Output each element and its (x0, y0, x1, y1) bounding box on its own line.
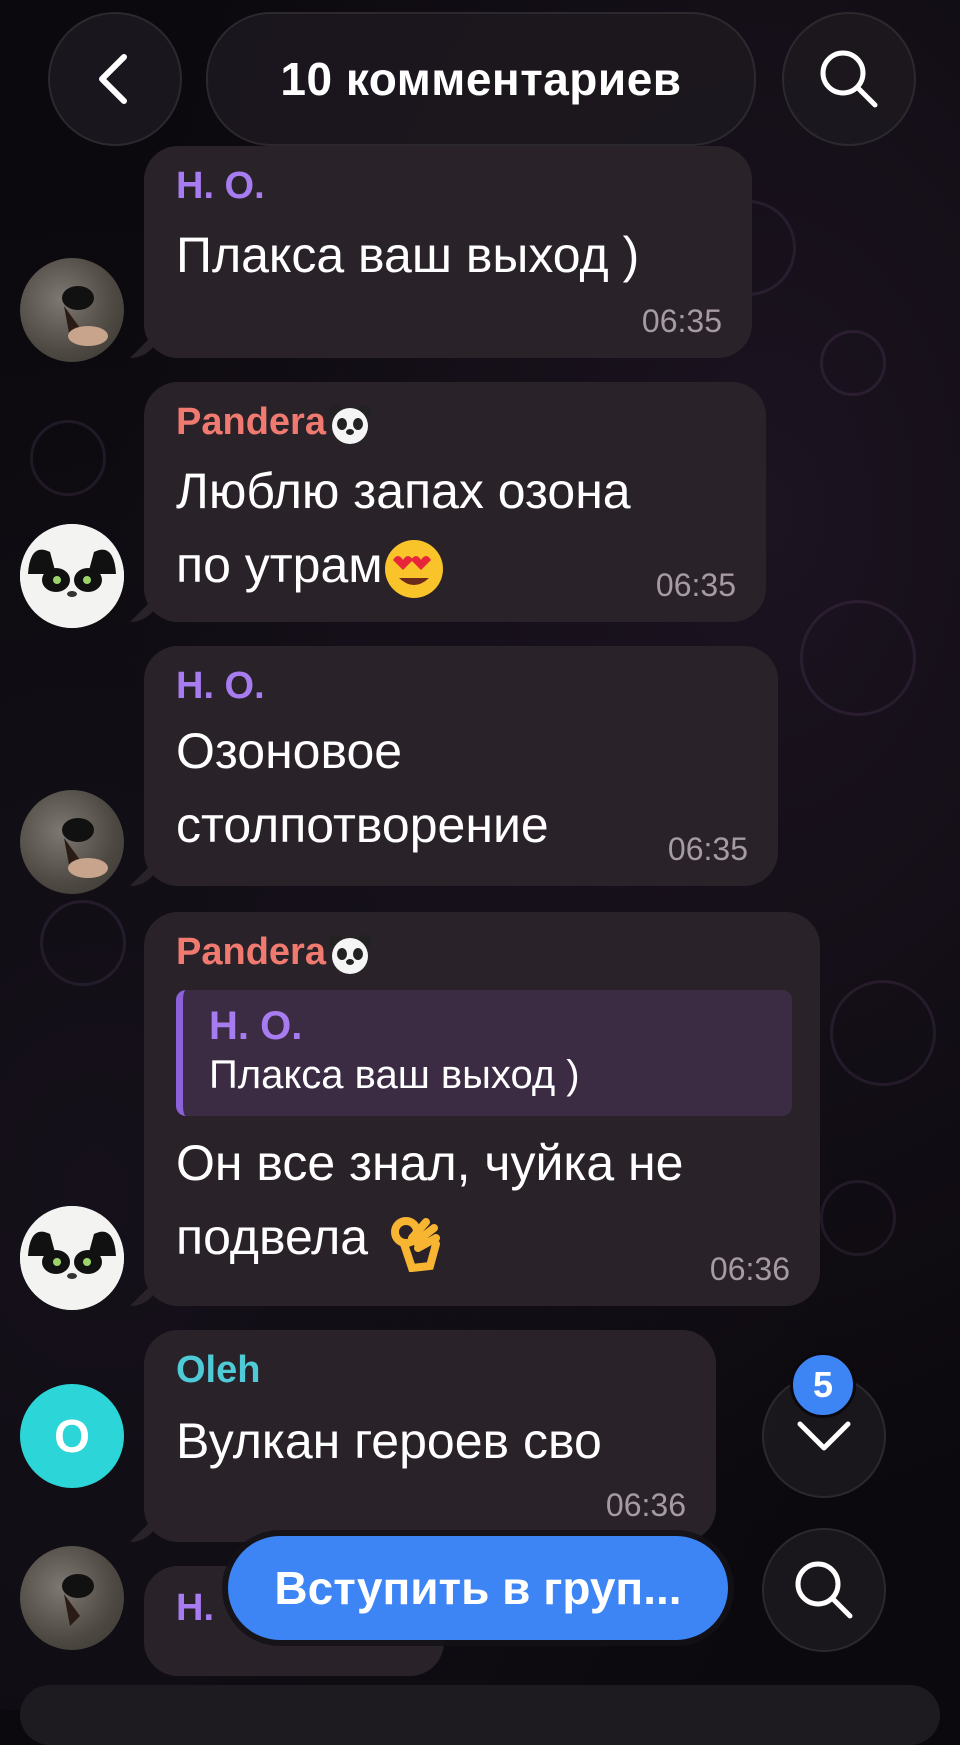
bottom-bar (20, 1685, 940, 1745)
message-time: 06:35 (655, 567, 736, 603)
unread-count-badge: 5 (790, 1352, 856, 1418)
search-button[interactable] (782, 12, 916, 146)
message-text-line: Люблю запах озона (176, 463, 631, 519)
wallpaper-doodle (830, 980, 936, 1086)
message-bubble[interactable]: Oleh Вулкан героев сво 06:36 (144, 1330, 716, 1542)
cat-photo-avatar-icon (62, 286, 108, 346)
ok-hand-emoji-icon (391, 1216, 440, 1272)
avatar-letter: O (54, 1410, 90, 1462)
message-time: 06:35 (667, 831, 748, 867)
heart-eyes-emoji-icon (384, 539, 443, 598)
wallpaper-doodle (800, 600, 916, 716)
cat-avatar-icon (20, 524, 124, 628)
message-text-line: Он все знал, чуйка не (176, 1135, 684, 1191)
join-group-button[interactable]: Вступить в груп... (228, 1536, 728, 1640)
chevron-left-icon (99, 54, 127, 104)
message-text-span: подвела (176, 1209, 369, 1265)
message-text-line: столпотворение (176, 797, 549, 853)
panda-face-icon (328, 935, 371, 974)
back-button[interactable] (48, 12, 182, 146)
message-bubble[interactable]: Pandera Н. О. Плакса ваш выход ) Он все … (144, 912, 820, 1306)
avatar[interactable]: O (20, 1384, 124, 1488)
message-text: Плакса ваш выход ) (176, 227, 640, 283)
message-bubble[interactable]: Н. О. Плакса ваш выход ) 06:35 (144, 146, 752, 358)
reply-author: Н. О. (209, 1004, 303, 1048)
reply-quote[interactable]: Н. О. Плакса ваш выход ) (176, 990, 792, 1116)
reply-text: Плакса ваш выход ) (209, 1053, 580, 1097)
search-icon (820, 50, 878, 108)
avatar[interactable] (20, 1206, 124, 1310)
search-messages-button[interactable] (762, 1528, 886, 1652)
search-icon (795, 1561, 853, 1619)
message-text-line: по утрам (176, 528, 736, 602)
comments-count-label: 10 комментариев (280, 53, 682, 105)
comments-title[interactable]: 10 комментариев (206, 12, 756, 146)
wallpaper-doodle (820, 330, 886, 396)
avatar[interactable] (20, 1546, 124, 1650)
cat-photo-avatar-icon (62, 818, 108, 878)
message-text-line: Озоновое (176, 723, 403, 779)
message-bubble[interactable]: Н. О. Озоновое столпотворение 06:35 (144, 646, 778, 886)
message-text-span: по утрам (176, 537, 383, 593)
message-author[interactable]: Oleh (176, 1348, 686, 1392)
wallpaper-doodle (40, 900, 126, 986)
wallpaper-doodle (30, 420, 106, 496)
message-time: 06:35 (641, 303, 722, 339)
avatar[interactable] (20, 258, 124, 362)
cat-photo-avatar-icon (62, 1574, 94, 1626)
message-text-line: подвела (176, 1200, 790, 1274)
chevron-down-icon (797, 1421, 851, 1451)
message-author[interactable]: Н. О. (176, 664, 748, 708)
message-author[interactable]: Н. О. (176, 164, 722, 208)
message-author[interactable]: Pandera (176, 400, 736, 448)
cat-avatar-icon (20, 1206, 124, 1310)
author-name: Pandera (176, 931, 326, 974)
panda-face-icon (328, 405, 371, 444)
avatar[interactable] (20, 524, 124, 628)
message-time: 06:36 (605, 1487, 686, 1523)
message-bubble[interactable]: Pandera Люблю запах озона по утрам 06:35 (144, 382, 766, 622)
message-author[interactable]: Pandera (176, 930, 790, 978)
wallpaper-doodle (820, 1180, 896, 1256)
message-text: Вулкан героев сво (176, 1413, 602, 1469)
avatar[interactable] (20, 790, 124, 894)
message-time: 06:36 (709, 1251, 790, 1287)
author-name: Pandera (176, 401, 326, 444)
